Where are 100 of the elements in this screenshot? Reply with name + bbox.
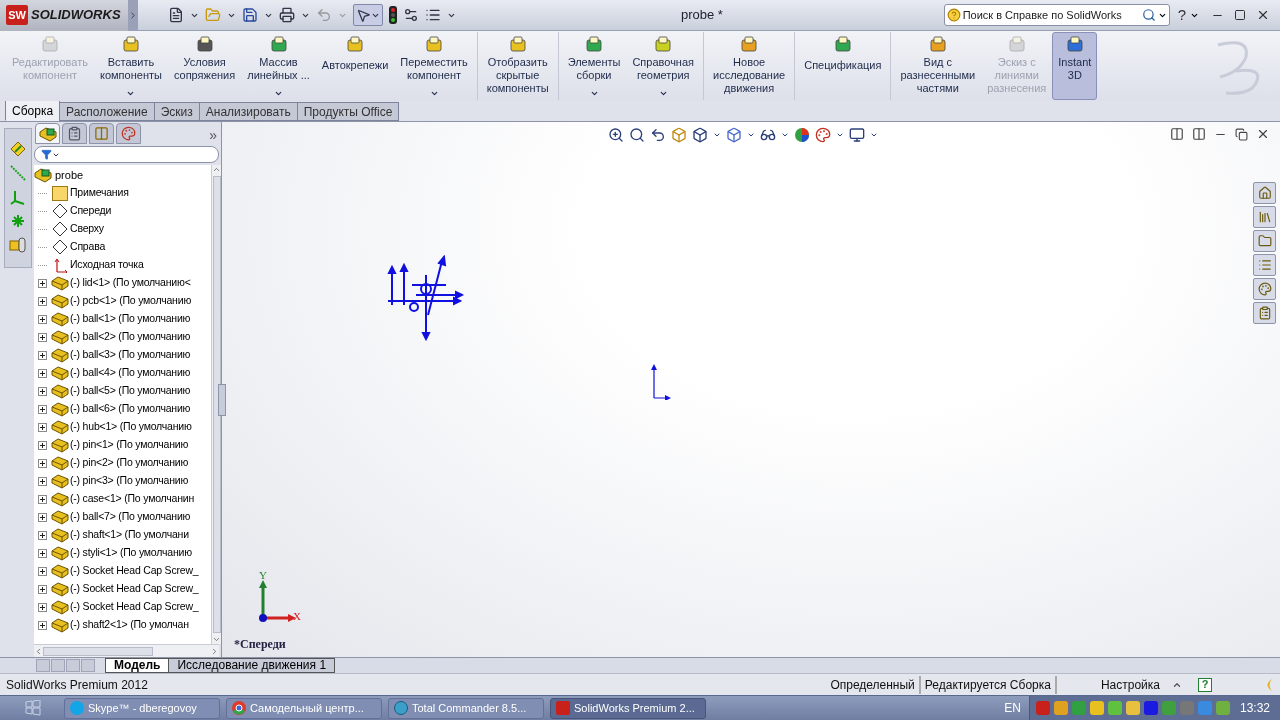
expander-icon[interactable]: [37, 404, 47, 414]
print-icon[interactable]: [279, 7, 295, 23]
tree-item[interactable]: probe: [55, 166, 84, 184]
command-button[interactable]: Справочная геометрия: [626, 32, 701, 100]
expander-icon[interactable]: [37, 620, 47, 630]
expander-icon[interactable]: [37, 440, 47, 450]
folder-icon[interactable]: [1253, 230, 1276, 252]
command-button[interactable]: Вставить компоненты: [94, 32, 168, 100]
bottom-tab[interactable]: Исследование движения 1: [168, 658, 336, 673]
tree-item[interactable]: Справа: [70, 239, 106, 255]
tree-item[interactable]: (-) pin<3> (По умолчанию: [70, 473, 189, 489]
command-button[interactable]: Отобразить скрытые компоненты: [480, 32, 555, 100]
expander-icon[interactable]: [37, 278, 47, 288]
tree-item[interactable]: (-) pin<2> (По умолчанию: [70, 455, 189, 471]
caret-icon[interactable]: [713, 131, 721, 139]
caret-icon[interactable]: [781, 131, 789, 139]
command-button[interactable]: Массив линейных ...: [241, 32, 316, 100]
expander-icon[interactable]: [37, 530, 47, 540]
expander-icon[interactable]: [37, 584, 47, 594]
display-style-icon[interactable]: [726, 127, 742, 143]
help-button[interactable]: ?: [1198, 677, 1212, 692]
tree-item[interactable]: Исходная точка: [70, 257, 144, 273]
display-tab[interactable]: [116, 123, 141, 144]
tree-item[interactable]: (-) shaft2<1> (По умолчан: [70, 617, 189, 633]
select-button[interactable]: [353, 4, 383, 26]
expander-icon[interactable]: [37, 368, 47, 378]
tree-item[interactable]: (-) ball<5> (По умолчанию: [70, 383, 191, 399]
tree-item[interactable]: Сверху: [70, 221, 104, 237]
settings-menu[interactable]: Настройка: [1100, 675, 1160, 694]
expander-icon[interactable]: [37, 476, 47, 486]
expander-icon[interactable]: [37, 296, 47, 306]
expander-icon[interactable]: [37, 386, 47, 396]
tree-item[interactable]: (-) pin<1> (По умолчанию: [70, 437, 189, 453]
tray-icon[interactable]: [1125, 701, 1140, 715]
command-button[interactable]: Спецификация: [798, 32, 888, 100]
close-icon[interactable]: [1256, 127, 1270, 141]
caret-icon[interactable]: [836, 131, 844, 139]
tree-item[interactable]: Примечания: [70, 185, 129, 201]
maximize-icon[interactable]: [1234, 9, 1246, 21]
help-button[interactable]: ?: [1177, 3, 1186, 27]
search-icon[interactable]: [1141, 8, 1156, 22]
horizontal-scrollbar[interactable]: [34, 644, 219, 657]
scroll-left-icon[interactable]: [34, 646, 43, 656]
tree-item[interactable]: (-) Socket Head Cap Screw_: [70, 581, 199, 597]
filter-field[interactable]: [34, 146, 219, 163]
command-button[interactable]: Автокрепежи: [315, 32, 395, 100]
tree-item[interactable]: (-) lid<1> (По умолчанию<: [70, 275, 191, 291]
expander-icon[interactable]: [37, 314, 47, 324]
tree-item[interactable]: (-) Socket Head Cap Screw_: [70, 563, 199, 579]
library-icon[interactable]: [1253, 206, 1276, 228]
start-icon[interactable]: [24, 700, 42, 716]
taskbar-button[interactable]: SolidWorks Premium 2...: [550, 697, 706, 719]
expander-icon[interactable]: [37, 422, 47, 432]
tray-icon[interactable]: [1089, 701, 1104, 715]
tree-item[interactable]: (-) ball<1> (По умолчанию: [70, 311, 191, 327]
property-tab[interactable]: [62, 123, 87, 144]
section-view-icon[interactable]: [671, 127, 687, 143]
tree-item[interactable]: (-) ball<7> (По умолчанию: [70, 509, 191, 525]
view-orientation-icon[interactable]: [692, 127, 708, 143]
command-button[interactable]: Переместить компонент: [394, 32, 474, 100]
ribbon-tab[interactable]: Анализировать: [198, 102, 298, 121]
tree-item[interactable]: (-) pcb<1> (По умолчанию: [70, 293, 192, 309]
new-document-icon[interactable]: [168, 7, 184, 23]
appearance-icon[interactable]: [1253, 278, 1276, 300]
ribbon-tab[interactable]: Продукты Office: [296, 102, 400, 121]
plane-icon[interactable]: [10, 141, 26, 157]
close-icon[interactable]: [1256, 8, 1270, 22]
expander-icon[interactable]: [37, 566, 47, 576]
command-button[interactable]: Новое исследование движения: [707, 32, 792, 100]
feature-tree-tab[interactable]: [35, 123, 60, 144]
view-settings-icon[interactable]: [849, 127, 865, 143]
panel-collapse-handle[interactable]: [218, 384, 226, 416]
expander-icon[interactable]: [37, 602, 47, 612]
expander-icon[interactable]: [37, 458, 47, 468]
tree-item[interactable]: Спереди: [70, 203, 112, 219]
save-icon[interactable]: [242, 7, 258, 23]
zoom-icon[interactable]: [608, 127, 624, 143]
clipboard-icon[interactable]: [1253, 302, 1276, 324]
split-left-icon[interactable]: [1170, 127, 1184, 141]
search-field[interactable]: Поиск в Справке по SolidWorks: [962, 6, 1140, 24]
command-button[interactable]: Instant 3D: [1052, 32, 1098, 100]
command-button[interactable]: Элементы сборки: [561, 32, 627, 100]
ribbon-tab[interactable]: Расположение: [59, 102, 155, 121]
tree-item[interactable]: (-) Socket Head Cap Screw_: [70, 599, 199, 615]
panel-more-button[interactable]: »: [209, 126, 217, 144]
caret-icon[interactable]: [870, 131, 878, 139]
previous-view-icon[interactable]: [650, 127, 666, 143]
home-icon[interactable]: [1253, 182, 1276, 204]
scroll-right-icon[interactable]: [210, 646, 219, 656]
list-icon[interactable]: [425, 7, 441, 23]
tree-item[interactable]: (-) ball<3> (По умолчанию: [70, 347, 191, 363]
scrollbar[interactable]: [211, 165, 221, 644]
zoom-area-icon[interactable]: [629, 127, 645, 143]
app-logo[interactable]: SW SOLIDWORKS: [0, 0, 128, 31]
expander-icon[interactable]: [37, 548, 47, 558]
restore-icon[interactable]: [1235, 127, 1248, 141]
expander-icon[interactable]: [37, 332, 47, 342]
options-icon[interactable]: [403, 7, 419, 23]
scene-icon[interactable]: [815, 127, 831, 143]
tree-item[interactable]: (-) styli<1> (По умолчанию: [70, 545, 192, 561]
